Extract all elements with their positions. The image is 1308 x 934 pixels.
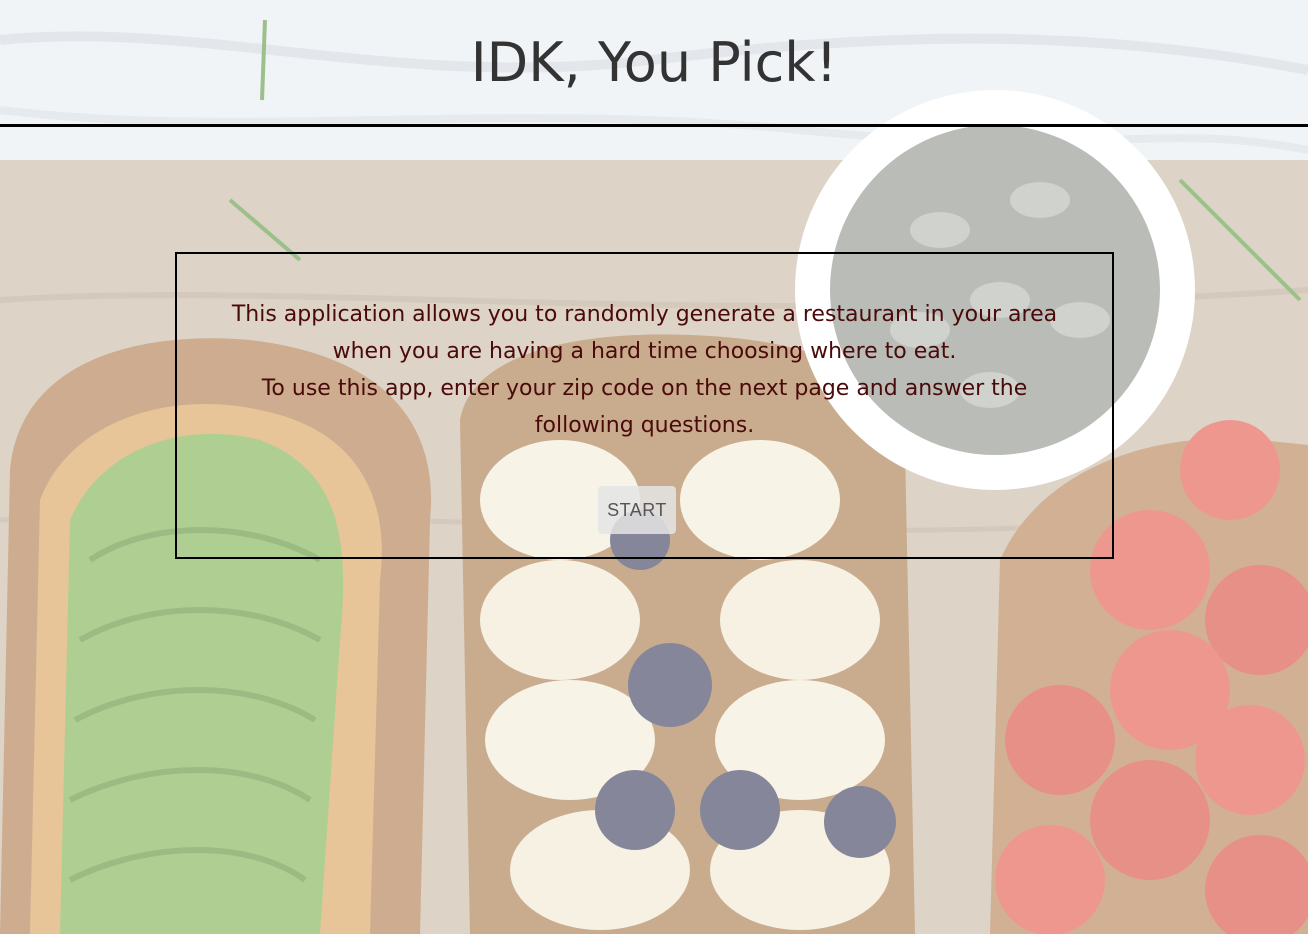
intro-text: This application allows you to randomly …	[177, 296, 1112, 444]
intro-line: following questions.	[534, 413, 755, 438]
start-button[interactable]: START	[598, 486, 676, 534]
page-header: IDK, You Pick!	[0, 0, 1308, 127]
intro-line: This application allows you to randomly …	[231, 302, 1058, 327]
intro-line: To use this app, enter your zip code on …	[261, 376, 1028, 401]
page-title: IDK, You Pick!	[470, 31, 838, 94]
intro-card: This application allows you to randomly …	[175, 252, 1114, 559]
intro-line: when you are having a hard time choosing…	[332, 339, 957, 364]
